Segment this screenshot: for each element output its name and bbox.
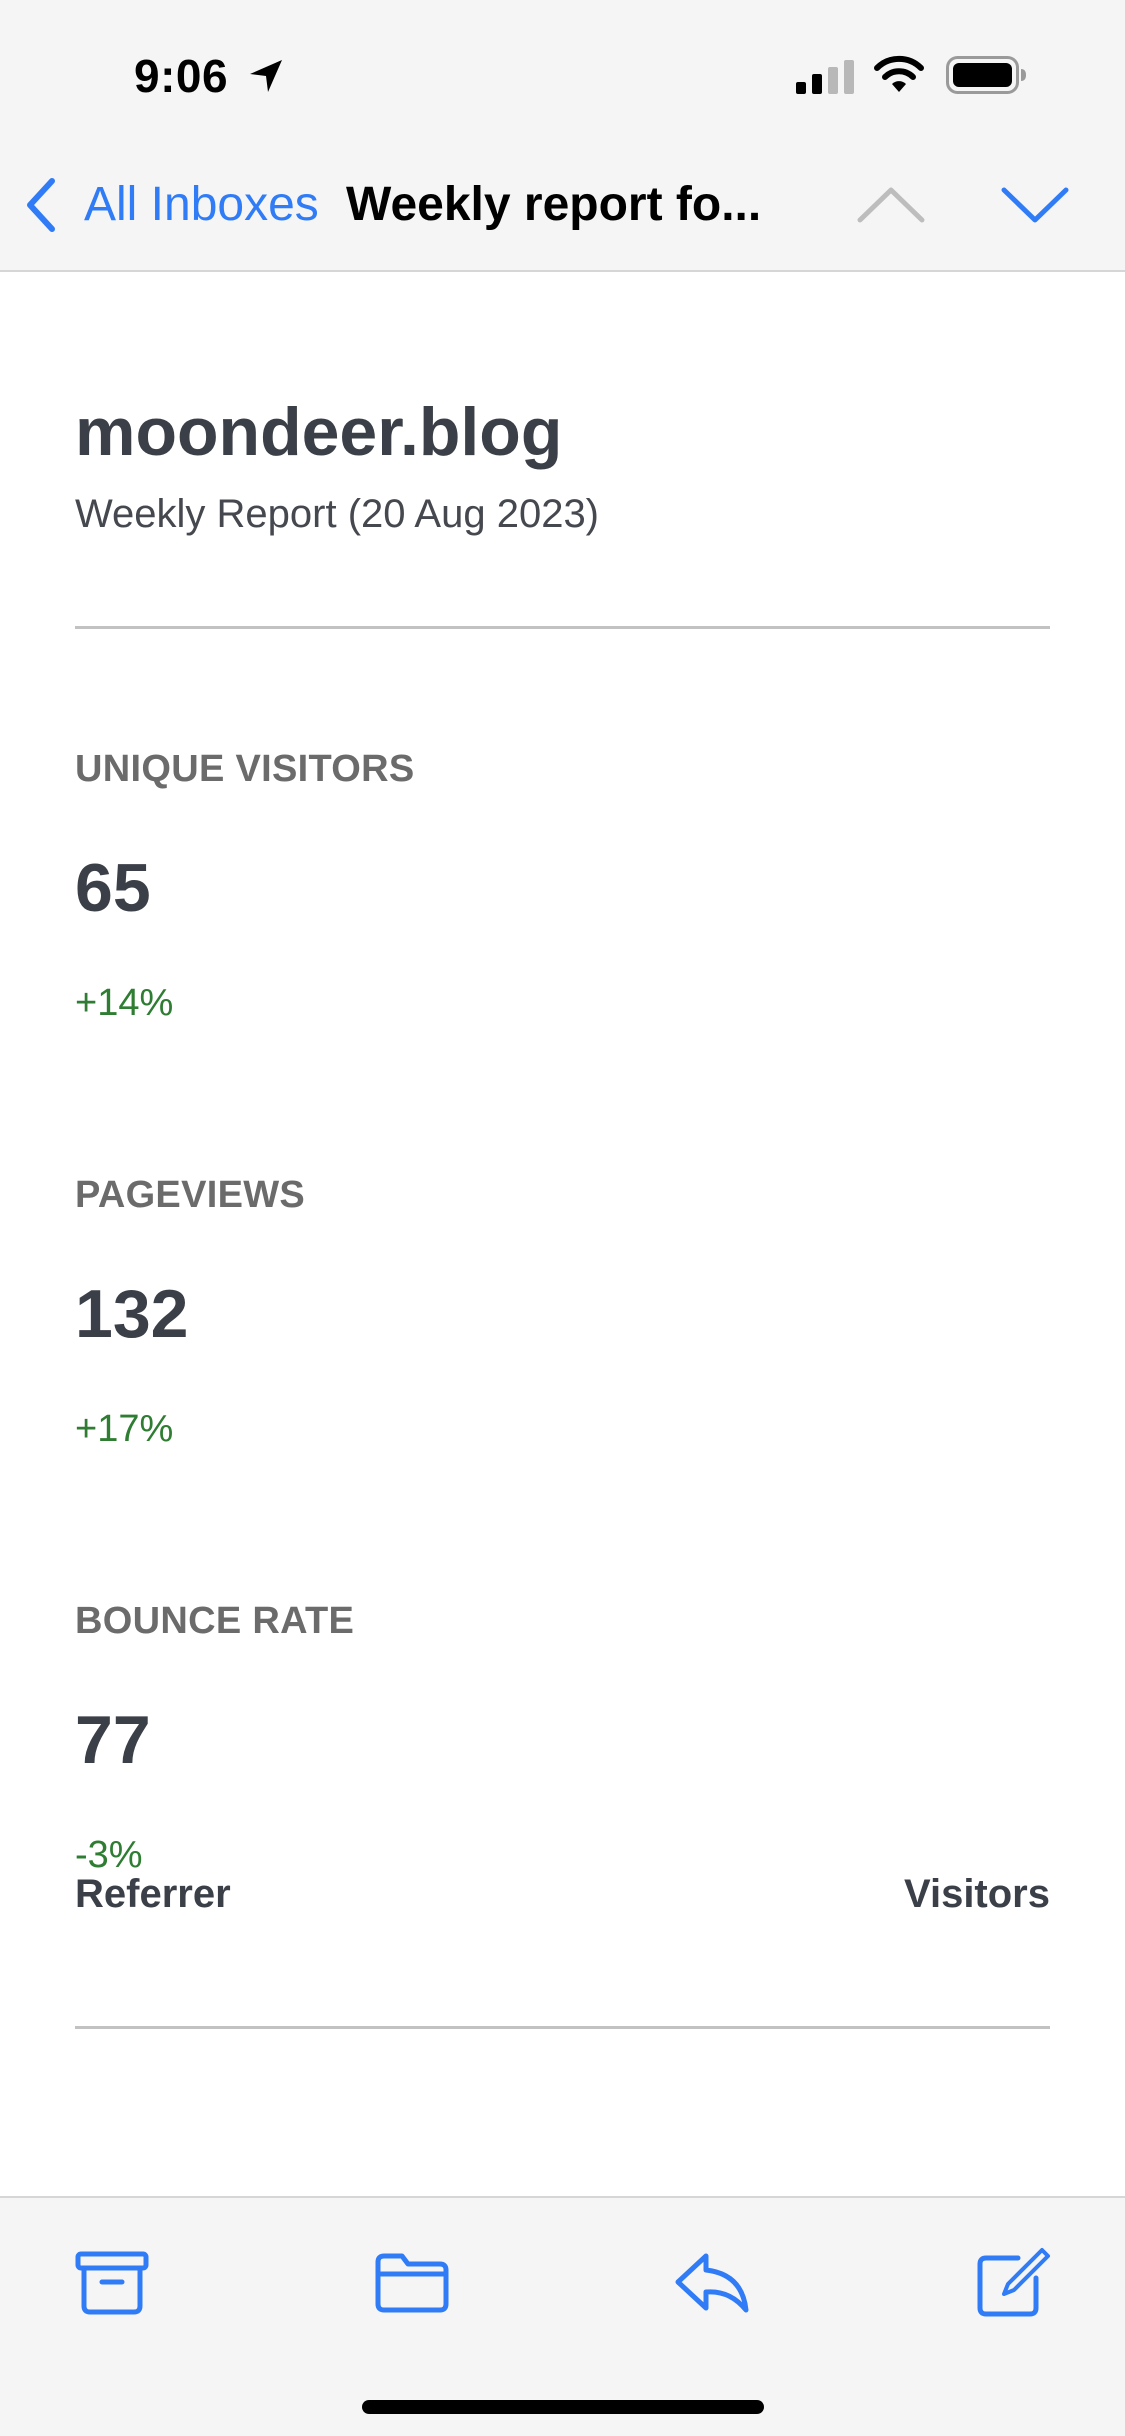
metric-change-pageviews: +17%: [75, 1408, 174, 1450]
folder-icon[interactable]: [372, 2246, 452, 2318]
mail-screen: 9:06 All Inboxes Weekly report fo... moo…: [0, 0, 1125, 2436]
divider: [75, 2026, 1050, 2029]
battery-icon: [946, 56, 1026, 94]
home-indicator: [362, 2400, 764, 2414]
back-label: All Inboxes: [84, 178, 319, 231]
status-time: 9:06: [134, 50, 229, 102]
chevron-down-icon[interactable]: [1000, 180, 1070, 230]
metric-label-bounce-rate: BOUNCE RATE: [75, 1600, 355, 1642]
top-chrome: 9:06 All Inboxes Weekly report fo...: [0, 0, 1125, 272]
wifi-icon: [874, 55, 924, 92]
metric-label-pageviews: PAGEVIEWS: [75, 1174, 306, 1216]
metric-value-bounce-rate: 77: [75, 1702, 151, 1778]
table-header-visitors: Visitors: [904, 1872, 1050, 1916]
metric-value-unique-visitors: 65: [75, 850, 151, 926]
metric-change-unique-visitors: +14%: [75, 982, 174, 1024]
email-body: moondeer.blog Weekly Report (20 Aug 2023…: [0, 272, 1125, 2196]
archive-icon[interactable]: [72, 2246, 152, 2318]
message-subject-title: Weekly report fo...: [346, 178, 762, 231]
divider: [75, 626, 1050, 629]
reply-icon[interactable]: [672, 2246, 752, 2318]
table-header-referrer: Referrer: [75, 1872, 231, 1916]
back-button[interactable]: All Inboxes: [22, 170, 319, 240]
site-title: moondeer.blog: [75, 394, 563, 470]
chevron-up-icon[interactable]: [856, 180, 926, 230]
compose-icon[interactable]: [972, 2246, 1052, 2318]
cellular-signal-icon: [796, 60, 854, 94]
back-chevron-icon: [27, 178, 55, 232]
metric-label-unique-visitors: UNIQUE VISITORS: [75, 748, 415, 790]
metric-value-pageviews: 132: [75, 1276, 189, 1352]
report-subtitle: Weekly Report (20 Aug 2023): [75, 492, 600, 536]
location-arrow-icon: [250, 60, 282, 92]
